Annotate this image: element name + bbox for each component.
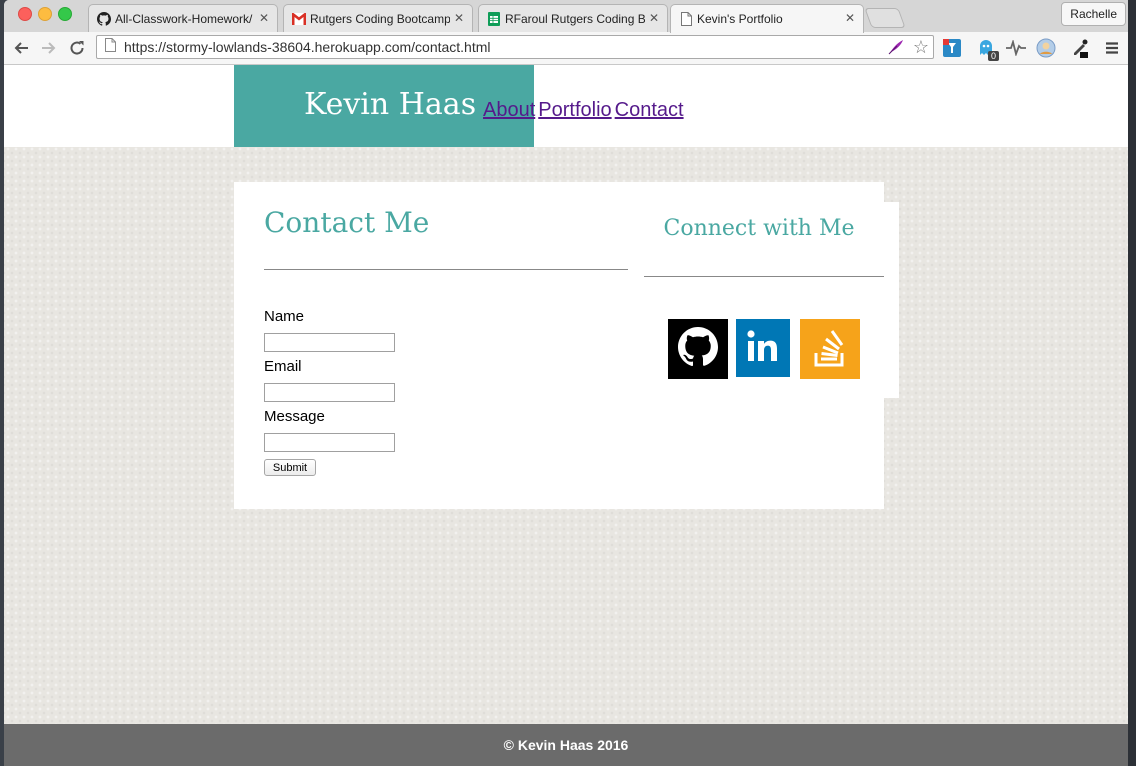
github-icon [678, 326, 718, 372]
github-link[interactable] [668, 319, 728, 379]
contact-heading: Contact Me [264, 206, 430, 239]
avatar-extension-icon[interactable] [1036, 38, 1056, 58]
site-footer: © Kevin Haas 2016 [4, 724, 1128, 766]
sheets-icon [487, 11, 501, 26]
message-input[interactable] [264, 433, 395, 452]
tab-portfolio[interactable]: Kevin's Portfolio ✕ [670, 4, 864, 33]
connect-heading: Connect with Me [663, 216, 855, 241]
stackoverflow-icon [810, 325, 850, 374]
page-icon [105, 37, 116, 57]
eyedropper-icon[interactable] [1070, 38, 1090, 58]
page-icon [679, 12, 693, 26]
tab-label: Rutgers Coding Bootcamp [310, 11, 450, 26]
extension-blue-icon[interactable] [942, 38, 962, 58]
back-icon[interactable] [10, 37, 32, 59]
connect-panel: Connect with Me [634, 202, 899, 398]
browser-toolbar: https://stormy-lowlands-38604.herokuapp.… [4, 32, 1132, 65]
close-tab-icon[interactable]: ✕ [845, 11, 855, 25]
gmail-icon [292, 12, 306, 26]
reload-icon[interactable] [66, 37, 88, 59]
tab-classwork[interactable]: All-Classwork-Homework/ ✕ [88, 4, 278, 32]
divider [644, 276, 884, 277]
feather-extension-icon[interactable] [887, 38, 905, 61]
pulse-icon[interactable] [1006, 38, 1026, 58]
forward-icon[interactable] [38, 37, 60, 59]
menu-icon[interactable] [1102, 38, 1122, 58]
tab-sheets[interactable]: RFaroul Rutgers Coding Bo ✕ [478, 4, 668, 32]
close-tab-icon[interactable]: ✕ [454, 11, 464, 25]
linkedin-icon [746, 329, 780, 368]
main-nav: About Portfolio Contact [483, 99, 687, 122]
name-label: Name [264, 308, 305, 325]
stackoverflow-link[interactable] [800, 319, 860, 379]
name-input[interactable] [264, 333, 395, 352]
tab-gmail[interactable]: Rutgers Coding Bootcamp ✕ [283, 4, 473, 32]
site-title: Kevin Haas [304, 87, 477, 122]
bookmark-star-icon[interactable]: ☆ [913, 37, 929, 58]
divider [264, 269, 628, 270]
tab-label: Kevin's Portfolio [697, 12, 783, 26]
tab-label: RFaroul Rutgers Coding Bo [505, 11, 645, 26]
close-tab-icon[interactable]: ✕ [649, 11, 659, 25]
new-tab-button[interactable] [864, 8, 906, 28]
zoom-window-button[interactable] [58, 7, 72, 21]
linkedin-link[interactable] [736, 319, 790, 377]
browser-window: All-Classwork-Homework/ ✕ Rutgers Coding… [4, 0, 1132, 766]
nav-link-about[interactable]: About [483, 99, 535, 121]
tab-label: All-Classwork-Homework/ [115, 11, 253, 26]
site-header: Kevin Haas About Portfolio Contact [4, 65, 1128, 147]
message-label: Message [264, 408, 325, 425]
nav-link-contact[interactable]: Contact [615, 99, 684, 121]
github-icon [97, 11, 111, 26]
profile-button[interactable]: Rachelle [1061, 2, 1126, 26]
close-window-button[interactable] [18, 7, 32, 21]
desktop-background [1128, 0, 1136, 766]
page-viewport: Kevin Haas About Portfolio Contact Contact… [4, 65, 1128, 766]
tab-bar: All-Classwork-Homework/ ✕ Rutgers Coding… [4, 0, 1132, 33]
email-label: Email [264, 358, 302, 375]
extension-badge: 0 [988, 51, 1000, 61]
url-text: https://stormy-lowlands-38604.herokuapp.… [124, 39, 491, 55]
email-input[interactable] [264, 383, 395, 402]
ghostery-icon[interactable]: 0 [976, 38, 1000, 61]
submit-button[interactable]: Submit [264, 459, 316, 476]
nav-link-portfolio[interactable]: Portfolio [538, 99, 611, 121]
address-bar[interactable]: https://stormy-lowlands-38604.herokuapp.… [96, 35, 934, 59]
close-tab-icon[interactable]: ✕ [259, 11, 269, 25]
minimize-window-button[interactable] [38, 7, 52, 21]
